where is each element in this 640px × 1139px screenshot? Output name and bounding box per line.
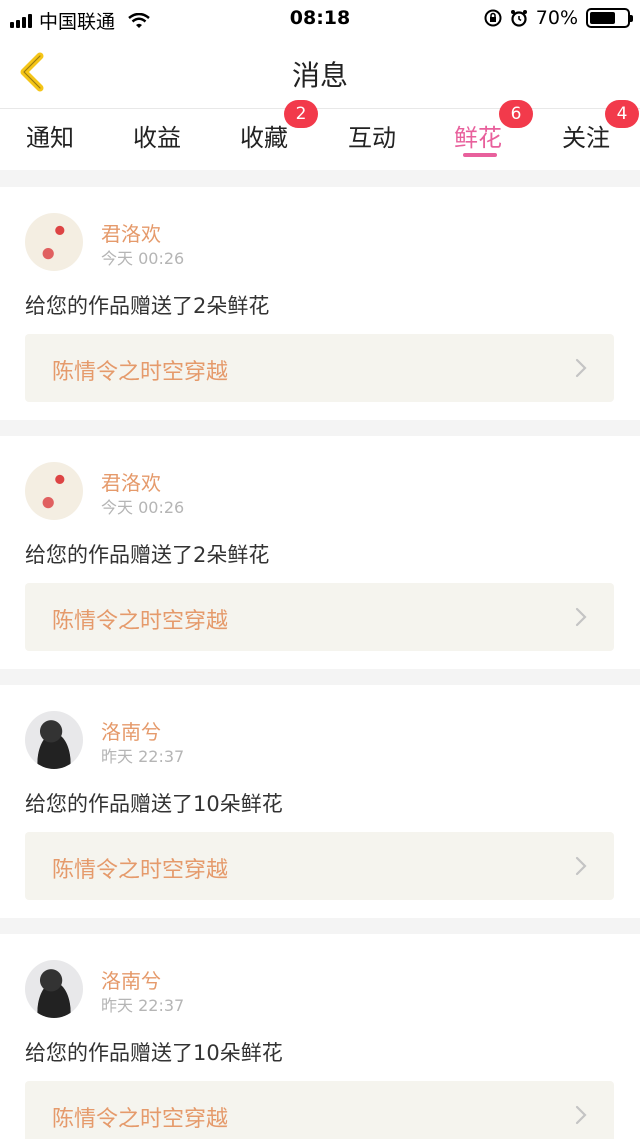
tab-earnings[interactable]: 收益 — [107, 109, 214, 171]
avatar[interactable] — [25, 462, 83, 520]
work-link[interactable]: 陈情令之时空穿越 — [25, 832, 614, 900]
active-tab-underline — [463, 153, 497, 157]
message-text: 给您的作品赠送了2朵鲜花 — [25, 294, 270, 318]
tab-interaction[interactable]: 互动 — [321, 109, 428, 171]
work-title: 陈情令之时空穿越 — [52, 360, 229, 385]
avatar[interactable] — [25, 213, 83, 271]
message-time: 今天 00:26 — [101, 249, 185, 268]
tab-favorites[interactable]: 收藏 2 — [214, 100, 321, 171]
page-title: 消息 — [291, 59, 348, 92]
work-title: 陈情令之时空穿越 — [52, 1107, 229, 1132]
tab-notice[interactable]: 通知 — [0, 109, 107, 171]
chevron-right-icon — [575, 358, 587, 378]
user-name[interactable]: 洛南兮 — [101, 965, 161, 994]
follow-badge: 4 — [605, 100, 639, 128]
message-card: 洛南兮 昨天 22:37 给您的作品赠送了10朵鲜花 陈情令之时空穿越 — [0, 934, 640, 1139]
alarm-icon — [510, 10, 527, 27]
avatar[interactable] — [25, 711, 83, 769]
tab-flowers[interactable]: 鲜花 6 — [428, 100, 535, 171]
user-name[interactable]: 君洛欢 — [101, 218, 161, 247]
message-tabs: 通知 收益 收藏 2 互动 鲜花 6 关注 4 — [0, 100, 640, 171]
message-time: 今天 00:26 — [101, 498, 185, 517]
message-text: 给您的作品赠送了2朵鲜花 — [25, 543, 270, 567]
message-text: 给您的作品赠送了10朵鲜花 — [25, 1041, 283, 1065]
chevron-right-icon — [575, 856, 587, 876]
user-name[interactable]: 洛南兮 — [101, 716, 161, 745]
tab-label: 通知 — [26, 124, 74, 152]
battery-icon — [586, 8, 633, 28]
battery-percent: 70% — [535, 7, 578, 29]
work-link[interactable]: 陈情令之时空穿越 — [25, 1081, 614, 1139]
flowers-badge: 6 — [499, 100, 533, 128]
message-card: 君洛欢 今天 00:26 给您的作品赠送了2朵鲜花 陈情令之时空穿越 — [0, 187, 640, 420]
tab-label: 关注 — [562, 124, 610, 152]
work-title: 陈情令之时空穿越 — [52, 609, 229, 634]
user-name[interactable]: 君洛欢 — [101, 467, 161, 496]
tab-label: 收益 — [133, 124, 181, 152]
battery-fill — [590, 12, 615, 24]
chevron-right-icon — [575, 1105, 587, 1125]
message-card: 君洛欢 今天 00:26 给您的作品赠送了2朵鲜花 陈情令之时空穿越 — [0, 436, 640, 669]
message-time: 昨天 22:37 — [101, 747, 185, 766]
message-text: 给您的作品赠送了10朵鲜花 — [25, 792, 283, 816]
tab-follow[interactable]: 关注 4 — [535, 100, 640, 171]
work-title: 陈情令之时空穿越 — [52, 858, 229, 883]
nav-bar: 消息 — [0, 36, 640, 108]
favorites-badge: 2 — [284, 100, 318, 128]
status-bar: 中国联通 08:18 70% — [0, 0, 640, 36]
tab-label: 鲜花 — [454, 124, 502, 152]
status-right: 70% — [484, 7, 633, 29]
tab-label: 互动 — [348, 124, 396, 152]
avatar[interactable] — [25, 960, 83, 1018]
message-card: 洛南兮 昨天 22:37 给您的作品赠送了10朵鲜花 陈情令之时空穿越 — [0, 685, 640, 918]
rotation-lock-icon — [484, 9, 502, 27]
message-time: 昨天 22:37 — [101, 996, 185, 1015]
chevron-right-icon — [575, 607, 587, 627]
work-link[interactable]: 陈情令之时空穿越 — [25, 334, 614, 402]
tab-label: 收藏 — [240, 124, 288, 152]
work-link[interactable]: 陈情令之时空穿越 — [25, 583, 614, 651]
